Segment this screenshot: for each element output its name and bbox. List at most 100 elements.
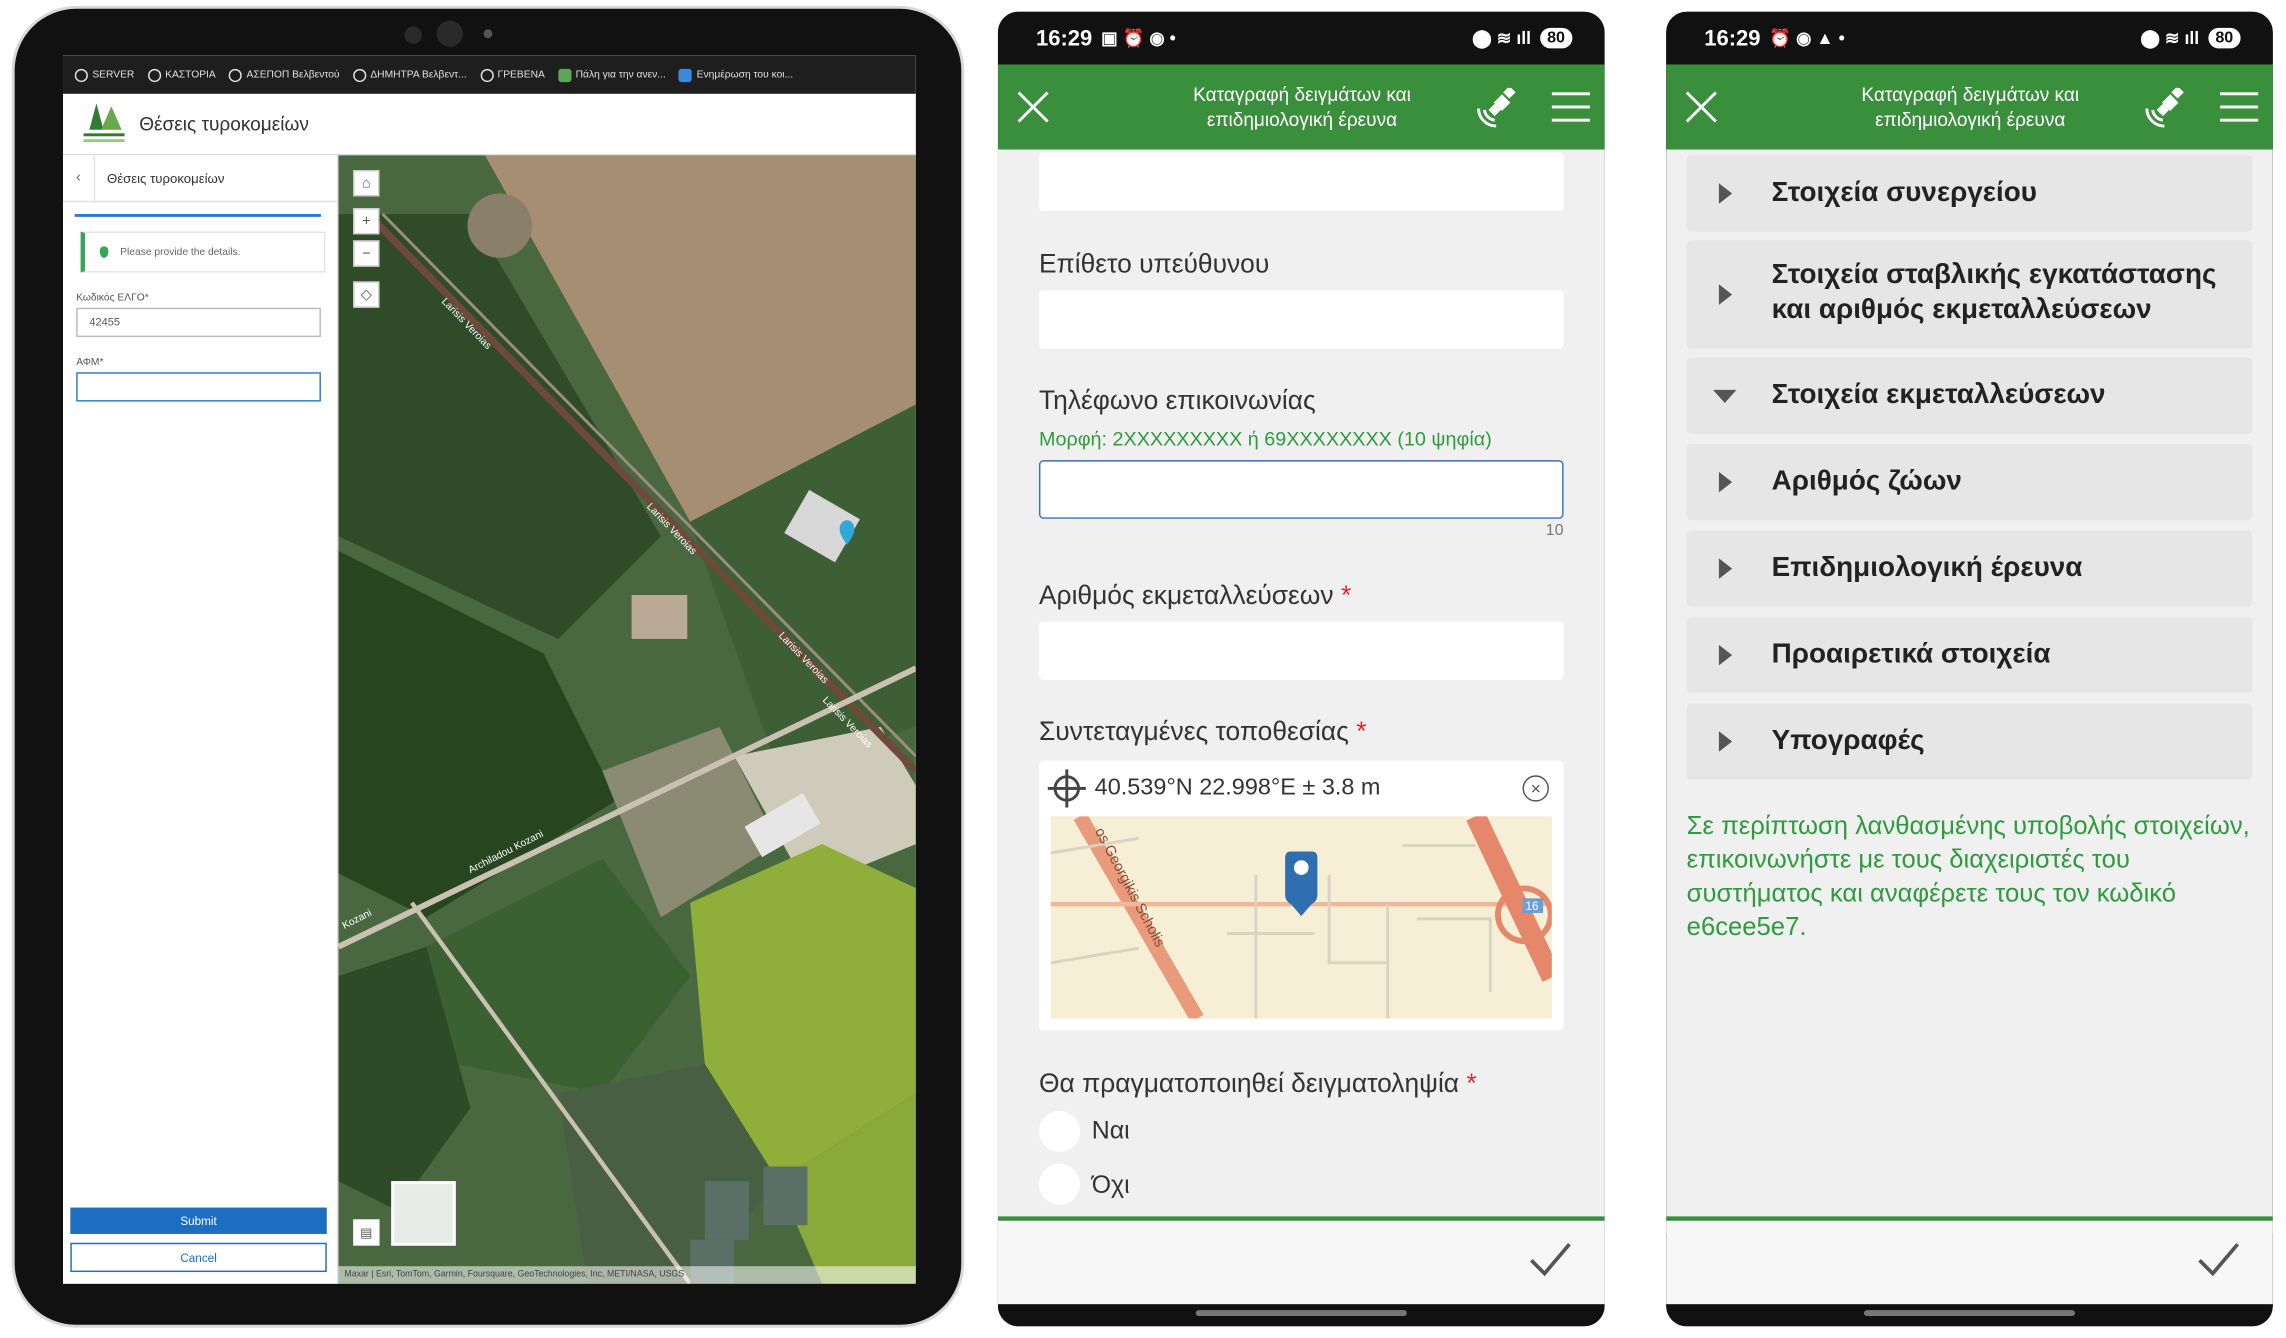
bookmark-label: ΓΡΕΒΕΝΑ [497,69,545,80]
sections-content: Στοιχεία συνεργείου Στοιχεία σταβλικής ε… [1666,149,2273,1234]
radio-no[interactable] [1038,1163,1080,1205]
bookmark[interactable]: ΚΑΣΤΟΡΙΑ [147,68,216,82]
section-label: Στοιχεία εκμεταλλεύσεων [1771,379,2106,411]
required-mark: * [1340,580,1352,610]
radio-no-label: Όχι [1091,1170,1130,1199]
sampling-label: Θα πραγματοποιηθεί δειγματοληψία * [1039,1068,1477,1099]
app-title: Θέσεις τυροκομείων [139,112,309,135]
bookmark-label: SERVER [92,69,135,80]
check-icon[interactable] [1528,1241,1572,1277]
system-nav-bar [997,1304,1605,1327]
close-icon[interactable] [1016,89,1051,124]
gps-satellite-icon[interactable] [1476,87,1523,129]
geopoint-widget[interactable]: 40.539°N 22.998°E ± 3.8 m × os Georgikis… [1038,760,1564,1031]
locate-icon[interactable]: ◇ [353,281,380,308]
phone-input[interactable] [1038,460,1564,519]
hamburger-menu-icon[interactable] [2220,92,2259,122]
home-gesture-pill[interactable] [1195,1310,1407,1317]
hamburger-menu-icon[interactable] [1551,92,1590,122]
required-mark: * [1356,716,1367,746]
bookmark[interactable]: ΔΗΜΗΤΡΑ Βελβεντ... [352,68,467,82]
zoom-in-icon[interactable]: + [353,208,380,235]
map-road-labels: Larisis Veroias Larisis Veroias Larisis … [341,296,874,932]
bookmark[interactable]: Πάλη για την ανεν... [558,68,666,82]
surname-label-text: Επίθετο υπεύθυνου [1038,249,1270,279]
bookmark[interactable]: SERVER [74,68,135,82]
status-bar: 16:29 ▣ ⏰ ◉ • ⬤ ≋ ıll 80 [997,11,1605,65]
road-label: Archiladou Kozani [467,829,546,876]
section-team-details[interactable]: Στοιχεία συνεργείου [1686,155,2253,232]
cancel-button[interactable]: Cancel [70,1242,327,1273]
farms-count-label-text: Αριθμός εκμεταλλεύσεων [1038,580,1334,610]
radio-yes[interactable] [1038,1110,1080,1152]
panel-header: ‹ Θέσεις τυροκομείων [63,154,338,203]
sampling-label-text: Θα πραγματοποιηθεί δειγματοληψία [1038,1068,1460,1098]
basemap-toggle[interactable] [391,1181,456,1246]
road-label: Kozani [341,908,374,932]
submit-button[interactable]: Submit [70,1207,327,1234]
clock: 16:29 [1036,25,1093,51]
bookmark-label: Πάλη για την ανεν... [575,69,666,80]
bottom-action-bar [1666,1216,2273,1305]
map-pin-icon [1285,851,1318,916]
gps-satellite-icon[interactable] [2144,87,2191,129]
app-bar: Καταγραφή δειγμάτων και επιδημιολογική έ… [997,64,1605,150]
coordinates-value: 40.539°N 22.998°E ± 3.8 m [1094,775,1381,801]
bookmark[interactable]: ΑΣΕΠΟΠ Βελβεντού [228,68,340,82]
close-icon[interactable] [1684,89,1719,124]
section-label: Στοιχεία σταβλικής εγκατάστασης και αριθ… [1771,259,2217,326]
section-label: Στοιχεία συνεργείου [1771,177,2037,209]
geopoint-readout: 40.539°N 22.998°E ± 3.8 m × [1039,761,1564,817]
check-icon[interactable] [2197,1241,2241,1277]
farms-count-input[interactable] [1038,621,1564,680]
section-farm-details[interactable]: Στοιχεία εκμεταλλεύσεων [1686,357,2253,434]
status-icons: ⬤ ≋ ıll [2140,27,2200,49]
back-icon[interactable]: ‹ [63,154,96,202]
legend-icon[interactable]: ▤ [353,1219,380,1246]
tablet-screen: SERVER ΚΑΣΤΟΡΙΑ ΑΣΕΠΟΠ Βελβεντού ΔΗΜΗΤΡΑ… [63,55,916,1284]
section-label: Προαιρετικά στοιχεία [1771,638,2051,670]
notification-icons: ⏰ ◉ ▲ • [1769,27,1845,49]
caret-right-icon [1718,558,1733,579]
section-animal-count[interactable]: Αριθμός ζώων [1686,444,2253,521]
bookmark[interactable]: ΓΡΕΒΕΝΑ [479,68,545,82]
previous-field-input[interactable] [1038,152,1564,212]
error-contact-note: Σε περίπτωση λανθασμένης υποβολής στοιχε… [1686,810,2250,941]
elgo-code-input[interactable]: 42455 [76,307,321,338]
clear-icon[interactable]: × [1522,775,1549,802]
details-notice: Please provide the details. [80,231,326,273]
tablet-frame: SERVER ΚΑΣΤΟΡΙΑ ΑΣΕΠΟΠ Βελβεντού ΔΗΜΗΤΡΑ… [14,8,962,1325]
section-label: Αριθμός ζώων [1771,466,1962,497]
app-bar: Καταγραφή δειγμάτων και επιδημιολογική έ… [1666,64,2273,150]
surname-input[interactable] [1038,290,1564,349]
afm-input[interactable] [76,372,321,402]
road-label: Larisis Veroias [820,695,874,751]
home-icon[interactable]: ⌂ [353,169,380,197]
section-label: Επιδημιολογική έρευνα [1771,552,2083,584]
bookmark-label: Ενημέρωση του κοι... [696,69,794,80]
section-optional-details[interactable]: Προαιρετικά στοιχεία [1686,616,2253,694]
caret-right-icon [1718,644,1733,666]
section-stable-details[interactable]: Στοιχεία σταβλικής εγκατάστασης και αριθ… [1686,240,2253,349]
surname-label: Επίθετο υπεύθυνου [1039,249,1269,280]
map-attribution: Maxar | Esri, TomTom, Garmin, Foursquare… [338,1266,916,1284]
status-icons: ⬤ ≋ ıll [1472,27,1531,49]
home-gesture-pill[interactable] [1863,1310,2076,1317]
panel-accent-line [74,213,321,217]
bookmark-label: ΚΑΣΤΟΡΙΑ [165,69,216,80]
section-signatures[interactable]: Υπογραφές [1686,703,2253,780]
satellite-map[interactable]: Larisis Veroias Larisis Veroias Larisis … [338,155,916,1284]
battery-badge: 80 [2207,27,2241,49]
tablet-light [483,29,493,39]
route-shield: 16 [1525,900,1538,913]
location-pin-icon [99,246,109,258]
caret-right-icon [1718,284,1733,305]
radio-yes-label: Ναι [1091,1116,1130,1145]
notice-text: Please provide the details. [120,246,241,258]
location-mini-map[interactable]: os Georgikis Scholis 16 [1050,816,1552,1019]
bookmark[interactable]: Ενημέρωση του κοι... [679,68,794,82]
zoom-out-icon[interactable]: − [353,240,380,267]
crosshair-icon [1047,769,1086,808]
elgo-code-label: Κωδικός ΕΛΓΟ* [76,293,149,304]
section-epidemiological-survey[interactable]: Επιδημιολογική έρευνα [1686,530,2253,607]
